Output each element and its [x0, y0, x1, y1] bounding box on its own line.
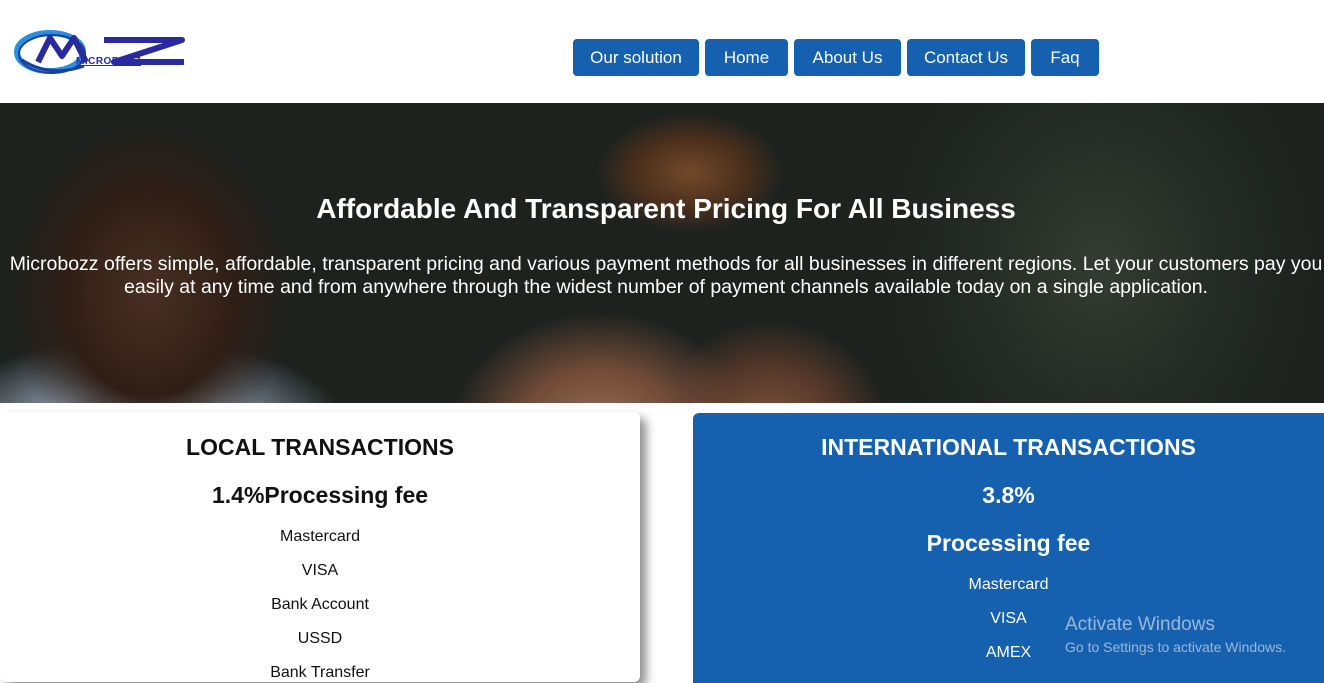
- intl-card-title: INTERNATIONAL TRANSACTIONS: [821, 434, 1196, 460]
- local-card-title: LOCAL TRANSACTIONS: [186, 434, 454, 460]
- local-method-item: USSD: [297, 630, 343, 647]
- nav-our-solution[interactable]: Our solution: [573, 39, 699, 76]
- intl-processing-fee-label: Processing fee: [926, 530, 1091, 556]
- hero-banner: Affordable And Transparent Pricing For A…: [0, 103, 1324, 403]
- logo-mark-icon: [14, 30, 185, 74]
- nav-about-us[interactable]: About Us: [794, 39, 901, 76]
- local-method-item: Bank Account: [271, 596, 369, 613]
- local-method-item: Bank Transfer: [270, 664, 370, 681]
- watermark-title: Activate Windows: [1065, 614, 1215, 635]
- hero-description: Microbozz offers simple, affordable, tra…: [9, 253, 1323, 298]
- nav-home[interactable]: Home: [705, 39, 788, 76]
- site-header: MICROBOZZ Our solution Home About Us Con…: [0, 0, 1324, 103]
- intl-processing-rate: 3.8%: [982, 482, 1035, 508]
- local-processing-fee: 1.4%Processing fee: [211, 482, 429, 508]
- nav-contact-us[interactable]: Contact Us: [907, 39, 1025, 76]
- logo-wordmark: MICROBOZZ: [76, 56, 142, 67]
- hero-title: Affordable And Transparent Pricing For A…: [316, 193, 1016, 224]
- local-method-item: Mastercard: [279, 528, 361, 545]
- activate-windows-watermark: Activate Windows Go to Settings to activ…: [1065, 614, 1286, 655]
- brand-logo[interactable]: MICROBOZZ: [14, 26, 189, 80]
- main-nav: Our solution Home About Us Contact Us Fa…: [573, 39, 1099, 76]
- watermark-subtitle: Go to Settings to activate Windows.: [1065, 639, 1286, 655]
- local-method-item: VISA: [301, 562, 339, 579]
- intl-method-item: Mastercard: [968, 576, 1049, 593]
- local-transactions-card: LOCAL TRANSACTIONS 1.4%Processing fee Ma…: [0, 412, 640, 682]
- nav-faq[interactable]: Faq: [1031, 39, 1099, 76]
